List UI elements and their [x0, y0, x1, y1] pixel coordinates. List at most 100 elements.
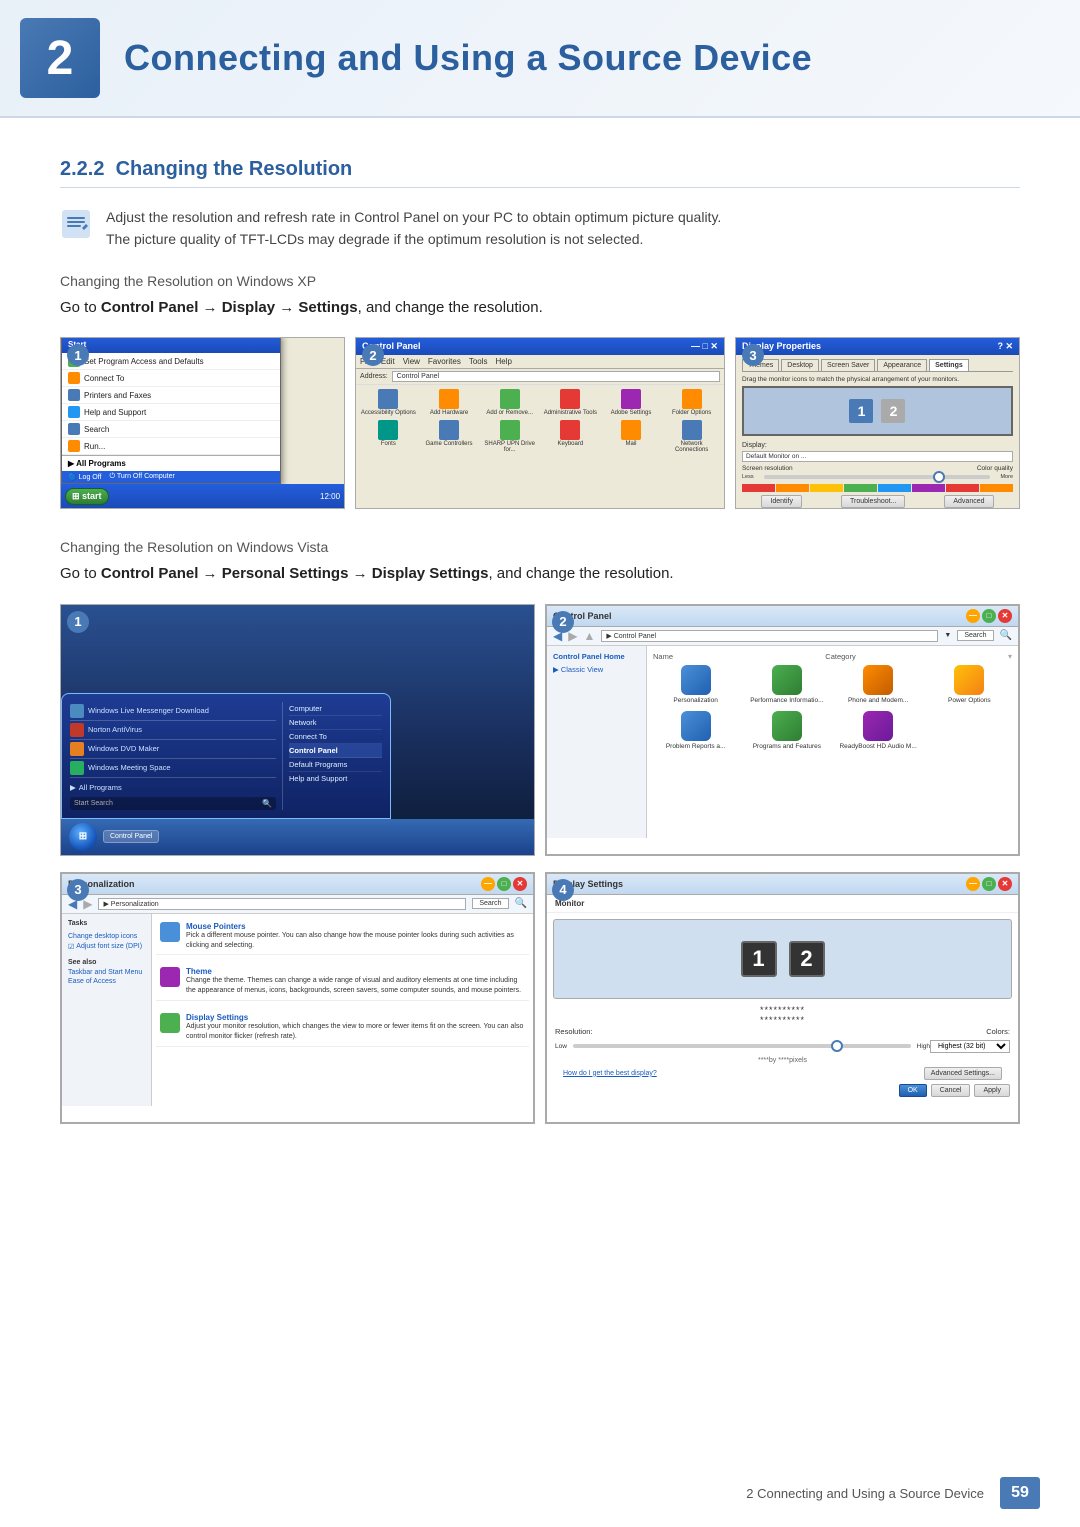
vista-pers-main: Mouse Pointers Pick a different mouse po… — [152, 914, 533, 1106]
note-text: Adjust the resolution and refresh rate i… — [106, 206, 721, 251]
xp-clock: 12:00 — [320, 492, 340, 501]
xp-dp-advanced-btn[interactable]: Advanced — [944, 495, 993, 508]
xp-tab-screensaver[interactable]: Screen Saver — [821, 359, 875, 371]
xp-cp-icon-label: Mail — [625, 441, 636, 447]
xp-dp-cq-label: Color quality — [977, 465, 1013, 472]
xp-menu-item: Search — [62, 421, 280, 438]
vista-cp-name-header: Name — [653, 652, 673, 661]
vista-start-left: Windows Live Messenger Download Norton A… — [70, 702, 276, 810]
xp-menu-item: Help and Support — [62, 404, 280, 421]
vista-row1: 1 Windows Live Messenger Download — [60, 604, 1020, 856]
vista-cp-forward-btn[interactable]: ▶ — [568, 629, 577, 643]
vista-ds-cancel-btn[interactable]: Cancel — [931, 1084, 971, 1097]
vista-cp-toolbar: ◀ ▶ ▲ ▶ Control Panel ▼ Search 🔍 — [547, 627, 1018, 646]
vista-ds-close-btn[interactable]: ✕ — [998, 877, 1012, 891]
footer-text: 2 Connecting and Using a Source Device — [746, 1486, 984, 1501]
vista-pers-task-icons[interactable]: Change desktop icons — [68, 933, 145, 940]
vista-close-btn[interactable]: ✕ — [998, 609, 1012, 623]
xp-cp-icon — [682, 389, 702, 409]
vista-step-badge-2: 2 — [552, 611, 574, 633]
vista-ds-btn-row: OK Cancel Apply — [547, 1080, 1018, 1101]
xp-cp-icon — [439, 389, 459, 409]
vista-cp-search-label: ▼ — [944, 632, 951, 639]
vista-pers-taskbar[interactable]: Taskbar and Start Menu — [68, 969, 145, 976]
vista-pers-close-btn[interactable]: ✕ — [513, 877, 527, 891]
vista-ds-apply-btn[interactable]: Apply — [974, 1084, 1010, 1097]
vista-icon-dvd — [70, 742, 84, 756]
vista-cp-classic-link[interactable]: ▶ Classic View — [553, 665, 640, 674]
vista-maximize-btn[interactable]: □ — [982, 609, 996, 623]
vista-start-menu: Windows Live Messenger Download Norton A… — [61, 605, 534, 855]
xp-tab-settings[interactable]: Settings — [929, 359, 969, 371]
vista-pers-seealso-label: See also — [68, 959, 145, 966]
xp-cp-icon-fonts: Fonts — [360, 420, 417, 453]
vista-pers-mouse-title: Mouse Pointers — [186, 922, 525, 931]
vista-ds-controls: Resolution: Colors: Low High Highest (32… — [547, 1027, 1018, 1080]
vista-cp-label-phone: Phone and Modem... — [848, 697, 908, 705]
vista-cp-label-perf: Performance Informatio... — [750, 697, 823, 705]
xp-cp-toolbar: File Edit View Favorites Tools Help — [356, 355, 724, 369]
xp-dp-troubleshoot-btn[interactable]: Troubleshoot... — [841, 495, 905, 508]
vista-pers-task-font[interactable]: ☑ Adjust font size (DPI) — [68, 943, 145, 951]
vista-pers-search-icon[interactable]: 🔍 — [515, 898, 527, 909]
vista-taskbar: ⊞ Control Panel — [61, 819, 534, 855]
xp-cp-icon-label: Administrative Tools — [544, 410, 597, 416]
vista-right-connect: Connect To — [289, 730, 382, 744]
color-seg-green — [844, 484, 877, 492]
xp-dp-tabs: Themes Desktop Screen Saver Appearance S… — [742, 359, 1013, 372]
xp-cp-icon-label: Game Controllers — [426, 441, 473, 447]
vista-ds-ok-btn[interactable]: OK — [899, 1084, 927, 1097]
xp-tab-desktop[interactable]: Desktop — [781, 359, 819, 371]
vista-cp-phone: Phone and Modem... — [836, 665, 921, 705]
vista-pers-mouse-icon — [160, 922, 180, 942]
vista-pers-toolbar: ◀ ▶ ▶ Personalization Search 🔍 — [62, 895, 533, 914]
xp-dp-identify-btn[interactable]: Identify — [761, 495, 802, 508]
vista-pers-max-btn[interactable]: □ — [497, 877, 511, 891]
vista-cp-readyboost: ReadyBoost HD Audio M... — [836, 711, 921, 751]
xp-cp-icon-adobe: Adobe Settings — [603, 389, 660, 416]
xp-cp-icon-label: Network Connections — [663, 441, 720, 453]
vista-cp-label-power: Power Options — [948, 697, 991, 705]
vista-ds-slider[interactable] — [573, 1044, 911, 1048]
xp-start-button: ⊞ start — [65, 488, 109, 505]
vista-pers-checkbox: ☑ — [68, 943, 74, 951]
vista-ds-monitor-preview: 1 2 — [553, 919, 1012, 999]
vista-step-badge-4: 4 — [552, 879, 574, 901]
xp-cp-icon-label: Fonts — [381, 441, 396, 447]
vista-ds-min-btn[interactable]: — — [966, 877, 980, 891]
vista-search-icon: 🔍 — [262, 799, 272, 808]
xp-taskbar: ⊞ start 12:00 — [61, 484, 344, 508]
vista-pers-min-btn[interactable]: — — [481, 877, 495, 891]
xp-control-panel: Control Panel — □ ✕ File Edit View Favor… — [356, 338, 724, 508]
vista-cp-search-icon[interactable]: 🔍 — [1000, 630, 1012, 641]
vista-pers-display-text: Display Settings Adjust your monitor res… — [186, 1013, 525, 1042]
vista-cp-view-btn[interactable]: ▾ — [1008, 652, 1012, 661]
vista-minimize-btn[interactable]: — — [966, 609, 980, 623]
xp-dp-display-select[interactable]: Default Monitor on ... — [742, 451, 1013, 462]
vista-cp-home-link[interactable]: Control Panel Home — [553, 652, 640, 661]
xp-tab-appearance[interactable]: Appearance — [877, 359, 927, 371]
vista-pers-ease[interactable]: Ease of Access — [68, 978, 145, 985]
vista-step2-screenshot: 2 Control Panel — □ ✕ ◀ ▶ ▲ ▶ Control Pa… — [545, 604, 1020, 856]
xp-dp-res-slider[interactable] — [764, 475, 991, 479]
vista-ds-best-display-link[interactable]: How do I get the best display? — [563, 1070, 657, 1077]
vista-cp-up-btn[interactable]: ▲ — [583, 629, 595, 643]
vista-cp-icons-grid: Personalization Performance Informatio..… — [653, 665, 1012, 751]
vista-pers-search[interactable]: Search — [472, 898, 508, 909]
xp-cp-icon — [560, 420, 580, 440]
vista-pers-display-title: Display Settings — [186, 1013, 525, 1022]
vista-cp-search-input[interactable]: Search — [957, 630, 993, 641]
vista-cp-icon-perf — [772, 665, 802, 695]
color-seg-red — [742, 484, 775, 492]
xp-menu-icon — [68, 372, 80, 384]
xp-cp-icon — [439, 420, 459, 440]
vista-ds-high-label: High — [917, 1043, 930, 1050]
vista-ds-max-btn[interactable]: □ — [982, 877, 996, 891]
color-seg-purple — [912, 484, 945, 492]
vista-ds-advanced-btn[interactable]: Advanced Settings... — [924, 1067, 1002, 1080]
vista-pers-fwd-btn[interactable]: ▶ — [83, 897, 92, 911]
xp-dp-more-label: More — [1000, 474, 1013, 480]
vista-instruction: Go to Control Panel → Personal Settings … — [60, 563, 1020, 586]
xp-cp-icon-label: Add or Remove... — [486, 410, 533, 416]
vista-ds-colors-select[interactable]: Highest (32 bit) — [930, 1040, 1010, 1053]
